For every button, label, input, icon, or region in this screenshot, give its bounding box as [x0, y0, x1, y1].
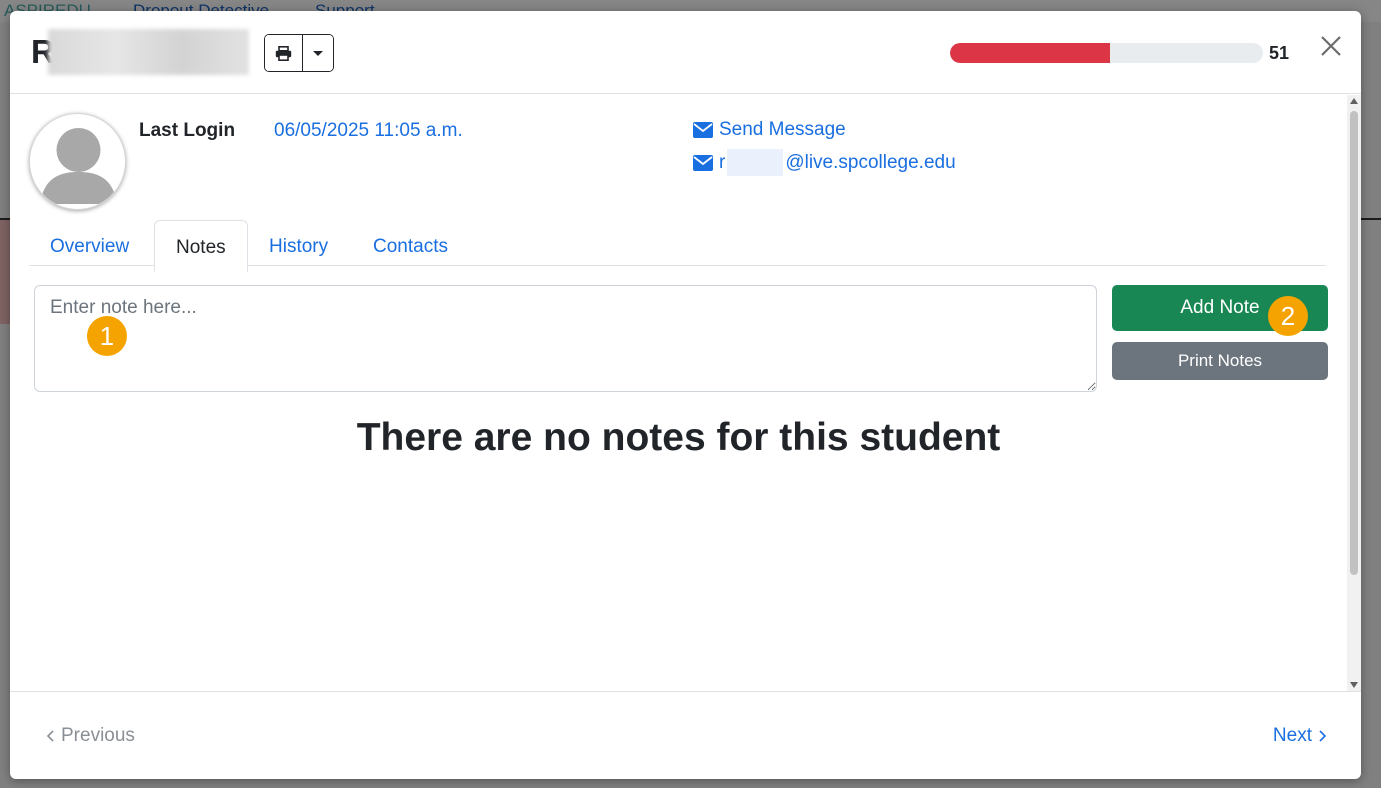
envelope-icon [693, 122, 713, 138]
scroll-up-arrow-icon[interactable] [1350, 98, 1358, 104]
tab-history[interactable]: History [248, 220, 349, 271]
close-icon [1321, 36, 1341, 56]
caret-down-icon [313, 50, 323, 56]
close-button[interactable] [1316, 31, 1346, 61]
chevron-left-icon [46, 730, 54, 742]
modal-scrollbar[interactable] [1347, 95, 1361, 691]
tab-bar: Overview Notes History Contacts [29, 220, 1326, 272]
envelope-icon [693, 154, 713, 171]
empty-notes-message: There are no notes for this student [356, 416, 1001, 459]
redacted-name [48, 29, 249, 75]
modal-header: R 51 [10, 11, 1361, 94]
scroll-down-arrow-icon[interactable] [1350, 682, 1358, 688]
next-label: Next [1272, 725, 1312, 746]
callout-badge-2: 2 [1268, 296, 1308, 336]
send-message-link[interactable]: Send Message [693, 119, 846, 141]
note-input[interactable] [34, 285, 1097, 392]
print-button[interactable] [265, 35, 303, 71]
printer-icon [275, 45, 292, 61]
tab-overview[interactable]: Overview [29, 220, 150, 271]
tab-notes[interactable]: Notes [154, 220, 248, 272]
student-modal: R 51 Last Login 06/05/2025 11:05 a.m. Se… [10, 11, 1361, 779]
send-message-label: Send Message [719, 119, 846, 140]
print-button-group [264, 34, 334, 72]
callout-badge-1: 1 [87, 316, 127, 356]
risk-score-value: 51 [1269, 43, 1290, 63]
print-notes-button[interactable]: Print Notes [1112, 342, 1328, 380]
last-login-label: Last Login [139, 120, 236, 141]
next-button[interactable]: Next [1273, 725, 1327, 747]
print-options-dropdown[interactable] [303, 35, 333, 71]
modal-footer: Previous Next [10, 691, 1361, 779]
risk-score-fill [950, 43, 1110, 63]
previous-label: Previous [61, 725, 135, 746]
redacted-email [727, 149, 784, 176]
risk-score-bar [950, 43, 1263, 63]
user-avatar-icon [29, 113, 126, 210]
chevron-right-icon [1319, 730, 1327, 742]
last-login-value: 06/05/2025 11:05 a.m. [274, 120, 463, 141]
email-domain: @live.spcollege.edu [785, 151, 956, 173]
tab-contacts[interactable]: Contacts [352, 220, 469, 271]
email-link[interactable]: r @live.spcollege.edu [693, 149, 956, 176]
modal-body: Last Login 06/05/2025 11:05 a.m. Send Me… [10, 95, 1347, 691]
scroll-thumb[interactable] [1350, 111, 1358, 575]
email-prefix: r [719, 151, 726, 173]
previous-button[interactable]: Previous [46, 725, 135, 747]
